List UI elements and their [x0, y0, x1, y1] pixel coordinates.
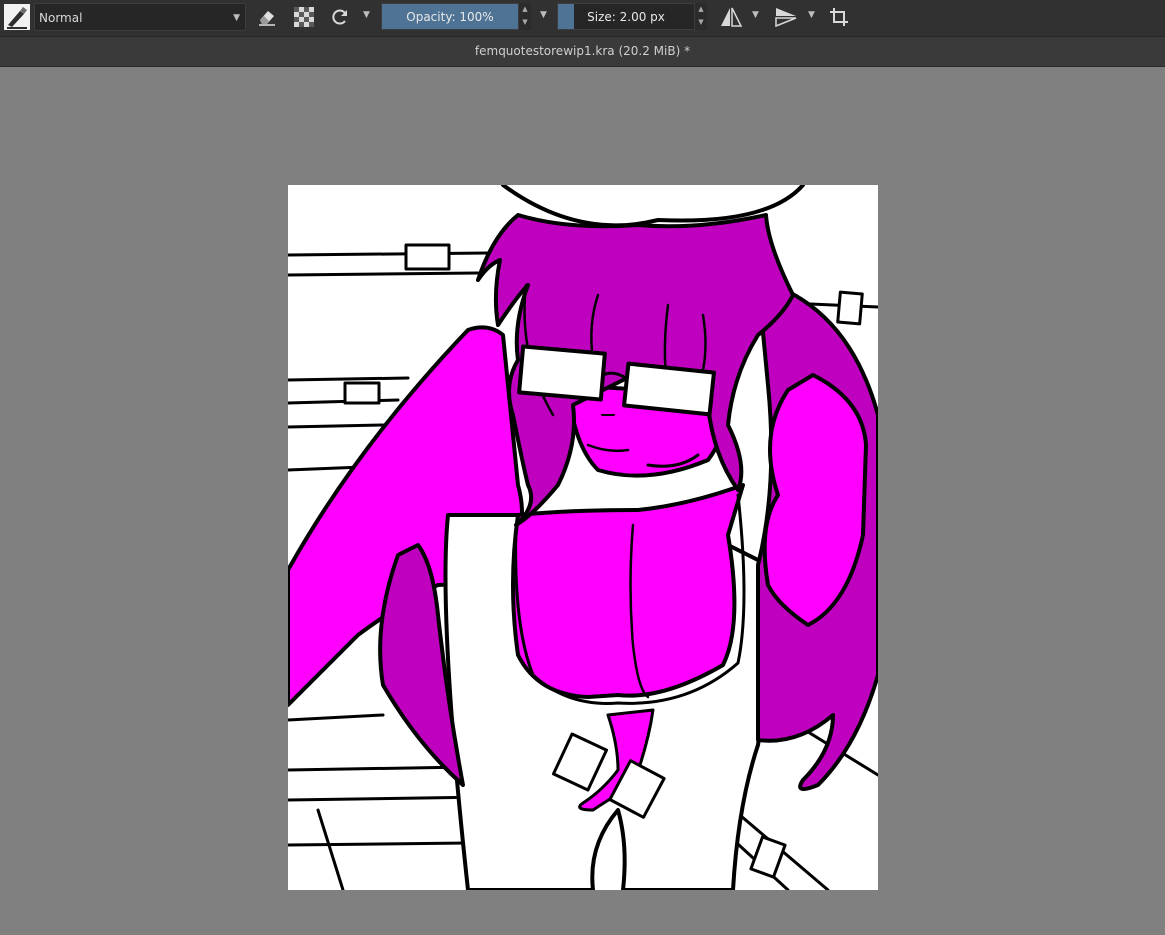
opacity-slider[interactable]: Opacity: 100% [381, 3, 519, 30]
brush-options-toolbar: Normal ▼ ▼ Opacity: 100% ▲ ▼ ▼ Size: 2.0… [0, 0, 1165, 37]
size-slider[interactable]: Size: 2.00 px [557, 3, 695, 30]
document-tab[interactable]: femquotestorewip1.kra (20.2 MiB) * [0, 37, 1165, 67]
wrap-around-icon[interactable] [826, 3, 852, 31]
drawing-canvas[interactable] [288, 185, 878, 890]
opacity-options-chevron-icon[interactable]: ▼ [540, 10, 547, 20]
blend-mode-value: Normal [39, 11, 83, 25]
chevron-down-icon: ▼ [233, 13, 240, 23]
reload-preset-icon[interactable] [328, 3, 352, 31]
size-slider-fill [558, 4, 575, 29]
eraser-icon[interactable] [255, 3, 279, 31]
opacity-label: Opacity: 100% [406, 10, 494, 24]
brush-preset-icon[interactable] [4, 3, 30, 31]
shelf-tag [404, 243, 451, 271]
size-up-icon[interactable]: ▲ [695, 3, 707, 16]
mirror-vertical-options-chevron-icon[interactable]: ▼ [808, 10, 815, 20]
chest [511, 483, 745, 699]
size-down-icon[interactable]: ▼ [695, 16, 707, 29]
size-spin-buttons[interactable]: ▲ ▼ [695, 3, 707, 30]
mirror-horizontal-icon[interactable] [717, 3, 745, 31]
opacity-down-icon[interactable]: ▼ [519, 16, 531, 29]
size-label: Size: 2.00 px [587, 10, 665, 24]
reload-options-chevron-icon[interactable]: ▼ [363, 10, 370, 20]
shelf-tag [343, 381, 381, 405]
shelf-tag [836, 290, 864, 326]
opacity-up-icon[interactable]: ▲ [519, 3, 531, 16]
mirror-vertical-icon[interactable] [772, 3, 800, 31]
blend-mode-select[interactable]: Normal ▼ [34, 3, 246, 31]
shelf-tag [749, 835, 787, 879]
document-title: femquotestorewip1.kra (20.2 MiB) * [474, 44, 691, 58]
opacity-spin-buttons[interactable]: ▲ ▼ [519, 3, 531, 30]
alpha-lock-icon[interactable] [292, 3, 316, 31]
mirror-horizontal-options-chevron-icon[interactable]: ▼ [752, 10, 759, 20]
artwork [288, 185, 878, 890]
glasses-right-lens [622, 361, 716, 417]
glasses-left-lens [517, 344, 607, 402]
